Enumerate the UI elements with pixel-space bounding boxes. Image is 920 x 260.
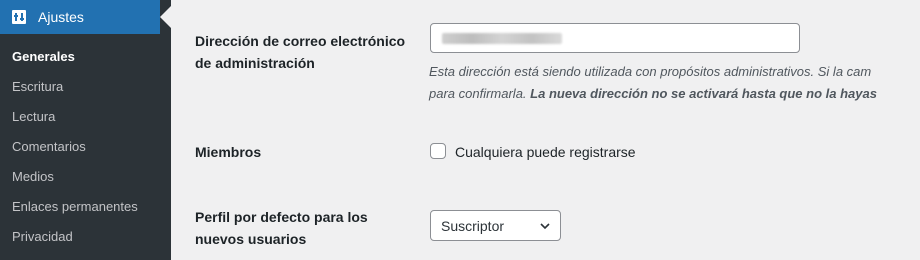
admin-email-label: Dirección de correo electrónico de admin… — [195, 30, 415, 74]
sidebar-item-privacidad[interactable]: Privacidad — [0, 222, 171, 252]
settings-sliders-icon — [12, 10, 26, 24]
default-role-label-line1: Perfil por defecto para los — [195, 209, 368, 225]
redacted-email-value — [442, 33, 562, 44]
admin-email-description-bold: La nueva dirección no se activará hasta … — [530, 86, 877, 101]
membership-label: Miembros — [195, 144, 262, 160]
sidebar-item-generales[interactable]: Generales — [0, 42, 171, 72]
sidebar-item-comentarios[interactable]: Comentarios — [0, 132, 171, 162]
default-role-select[interactable]: Suscriptor — [430, 210, 561, 241]
sidebar-menu-settings[interactable]: Ajustes — [0, 0, 160, 34]
settings-form: Dirección de correo electrónico de admin… — [171, 0, 920, 260]
admin-email-description-prefix: para confirmarla. — [429, 86, 531, 101]
chevron-down-icon — [540, 223, 550, 230]
anyone-can-register-label[interactable]: Cualquiera puede registrarse — [455, 141, 636, 163]
current-menu-arrow — [160, 6, 171, 28]
admin-sidebar: Ajustes Generales Escritura Lectura Come… — [0, 0, 171, 260]
settings-submenu: Generales Escritura Lectura Comentarios … — [0, 42, 171, 252]
admin-email-label-line2: de administración — [195, 55, 315, 71]
sidebar-item-medios[interactable]: Medios — [0, 162, 171, 192]
admin-email-description-line2: para confirmarla. La nueva dirección no … — [429, 83, 877, 105]
admin-email-label-line1: Dirección de correo electrónico — [195, 33, 406, 49]
default-role-selected-value: Suscriptor — [441, 217, 505, 234]
sidebar-menu-settings-label: Ajustes — [38, 9, 84, 25]
sidebar-item-lectura[interactable]: Lectura — [0, 102, 171, 132]
default-role-label: Perfil por defecto para los nuevos usuar… — [195, 206, 415, 250]
sidebar-item-enlaces-permanentes[interactable]: Enlaces permanentes — [0, 192, 171, 222]
sidebar-item-escritura[interactable]: Escritura — [0, 72, 171, 102]
anyone-can-register-checkbox[interactable] — [430, 143, 446, 159]
default-role-label-line2: nuevos usuarios — [195, 231, 307, 247]
admin-email-description-line1: Esta dirección está siendo utilizada con… — [429, 64, 872, 79]
